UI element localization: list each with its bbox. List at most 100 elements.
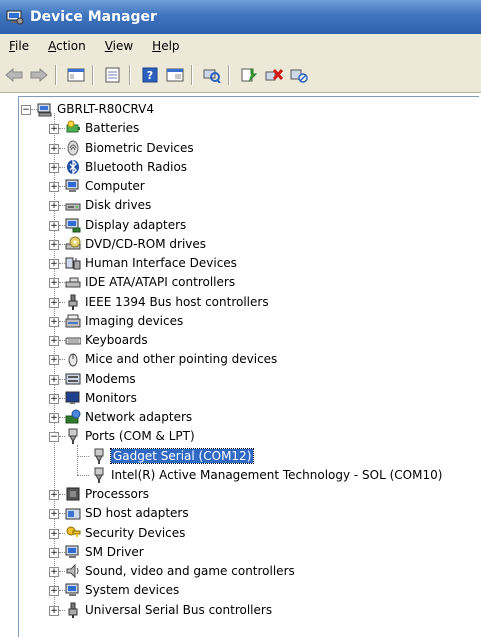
monitor-icon bbox=[65, 390, 81, 406]
uninstall-icon bbox=[265, 69, 283, 81]
expand-button[interactable]: + bbox=[49, 316, 59, 327]
console-tree-icon bbox=[67, 68, 85, 82]
disk-drive-icon bbox=[65, 197, 81, 213]
expand-button[interactable]: + bbox=[49, 220, 59, 231]
expand-button[interactable]: + bbox=[49, 182, 59, 192]
show-hide-console-tree-button[interactable] bbox=[65, 64, 87, 86]
tree-category[interactable]: Computer bbox=[65, 177, 145, 195]
expand-button[interactable]: + bbox=[49, 528, 59, 539]
port-icon bbox=[91, 448, 107, 464]
tree-category[interactable]: IEEE 1394 Bus host controllers bbox=[65, 293, 269, 311]
expand-button[interactable]: − bbox=[49, 432, 59, 443]
modem-icon bbox=[65, 371, 81, 387]
hid-icon bbox=[65, 255, 81, 271]
expand-button[interactable]: + bbox=[49, 509, 59, 520]
expand-button[interactable]: + bbox=[49, 297, 59, 308]
tree-device[interactable]: Intel(R) Active Management Technology - … bbox=[91, 466, 442, 484]
tree-category[interactable]: Monitors bbox=[65, 389, 137, 407]
battery-icon bbox=[65, 120, 81, 136]
tree-category[interactable]: Disk drives bbox=[65, 196, 151, 214]
category-label: Processors bbox=[85, 487, 150, 501]
system-device-icon bbox=[65, 582, 81, 598]
expand-button[interactable]: + bbox=[49, 124, 59, 135]
menu-view[interactable]: View bbox=[105, 39, 133, 53]
expand-button[interactable]: + bbox=[49, 490, 59, 500]
update-driver-button[interactable] bbox=[238, 64, 260, 86]
expand-button[interactable]: + bbox=[49, 259, 59, 269]
title-bar: Device Manager bbox=[0, 0, 481, 34]
tree-category[interactable]: Imaging devices bbox=[65, 312, 183, 330]
sd-host-icon bbox=[65, 505, 81, 521]
ide-controller-icon bbox=[65, 274, 81, 290]
expand-button[interactable]: + bbox=[49, 547, 59, 558]
disable-icon bbox=[290, 69, 308, 83]
help-button[interactable]: ? bbox=[139, 64, 161, 86]
root-collapse-button[interactable]: − bbox=[21, 105, 31, 115]
view-button[interactable] bbox=[164, 64, 186, 86]
category-label: Computer bbox=[85, 179, 145, 193]
expand-button[interactable]: + bbox=[49, 201, 59, 212]
tree-root[interactable]: GBRLT-R80CRV4 bbox=[37, 100, 154, 118]
category-label: Human Interface Devices bbox=[85, 256, 237, 270]
menu-action[interactable]: Action bbox=[48, 39, 86, 53]
properties-button[interactable] bbox=[102, 64, 124, 86]
category-label: Modems bbox=[85, 371, 136, 386]
menu-file[interactable]: File bbox=[9, 39, 29, 53]
tree-category[interactable]: Mice and other pointing devices bbox=[65, 350, 277, 368]
device-manager-icon bbox=[6, 9, 24, 25]
tree-category[interactable]: Keyboards bbox=[65, 331, 148, 349]
device-label: Gadget Serial (COM12) bbox=[109, 447, 255, 464]
tree-category[interactable]: Batteries bbox=[65, 119, 139, 137]
computer-root-icon bbox=[37, 101, 53, 117]
tree-category[interactable]: Network adapters bbox=[65, 408, 192, 426]
tree-category[interactable]: Security Devices bbox=[65, 524, 185, 542]
expand-button[interactable]: + bbox=[49, 162, 59, 173]
expand-button[interactable]: + bbox=[49, 374, 59, 385]
properties-icon bbox=[105, 67, 120, 83]
expand-button[interactable]: + bbox=[49, 143, 59, 154]
category-label: Batteries bbox=[85, 121, 140, 136]
tree-device[interactable]: Gadget Serial (COM12) bbox=[91, 447, 255, 465]
expand-button[interactable]: + bbox=[49, 413, 59, 423]
tree-category[interactable]: SM Driver bbox=[65, 543, 144, 561]
tree-category[interactable]: Processors bbox=[65, 485, 149, 503]
back-button[interactable] bbox=[3, 64, 25, 86]
uninstall-button[interactable] bbox=[263, 64, 285, 86]
port-icon bbox=[65, 428, 81, 445]
tree-category[interactable]: Bluetooth Radios bbox=[65, 158, 187, 176]
tree-category[interactable]: System devices bbox=[65, 581, 179, 599]
expand-button[interactable]: + bbox=[49, 586, 59, 597]
tree-category[interactable]: SD host adapters bbox=[65, 504, 189, 522]
device-tree[interactable]: − GBRLT-R80CRV4 + Batteries + Biometric Devic… bbox=[18, 96, 479, 637]
category-label: Security Devices bbox=[85, 525, 186, 540]
expand-button[interactable]: + bbox=[49, 355, 59, 366]
tree-category[interactable]: Display adapters bbox=[65, 216, 186, 234]
toolbar-separator bbox=[191, 65, 193, 85]
tree-category[interactable]: Biometric Devices bbox=[65, 139, 194, 157]
expand-button[interactable]: + bbox=[49, 393, 59, 404]
disable-button[interactable] bbox=[288, 64, 310, 86]
category-label: Imaging devices bbox=[85, 313, 184, 328]
expand-button[interactable]: + bbox=[49, 567, 59, 577]
category-label: Network adapters bbox=[85, 410, 193, 424]
tree-category[interactable]: Modems bbox=[65, 370, 136, 388]
forward-button[interactable] bbox=[28, 64, 50, 86]
expand-button[interactable]: + bbox=[49, 278, 59, 289]
menu-help[interactable]: Help bbox=[152, 39, 179, 53]
category-label: Ports (COM & LPT) bbox=[85, 429, 195, 444]
tree-category[interactable]: Human Interface Devices bbox=[65, 254, 237, 272]
tree-category[interactable]: Sound, video and game controllers bbox=[65, 562, 295, 580]
update-driver-icon bbox=[241, 68, 258, 82]
scan-hardware-button[interactable] bbox=[201, 64, 223, 86]
category-label: Sound, video and game controllers bbox=[85, 564, 295, 578]
tree-category[interactable]: IDE ATA/ATAPI controllers bbox=[65, 273, 235, 291]
expand-button[interactable]: + bbox=[49, 336, 59, 346]
tree-category[interactable]: Ports (COM & LPT) bbox=[65, 427, 195, 445]
expand-button[interactable]: + bbox=[49, 605, 59, 616]
tree-category[interactable]: DVD/CD-ROM drives bbox=[65, 235, 206, 253]
menu-bar: File Action View Help bbox=[0, 34, 481, 58]
expand-button[interactable]: + bbox=[49, 239, 59, 250]
tree-category[interactable]: Universal Serial Bus controllers bbox=[65, 601, 272, 619]
category-label: SD host adapters bbox=[85, 506, 189, 521]
bluetooth-icon bbox=[65, 159, 81, 175]
